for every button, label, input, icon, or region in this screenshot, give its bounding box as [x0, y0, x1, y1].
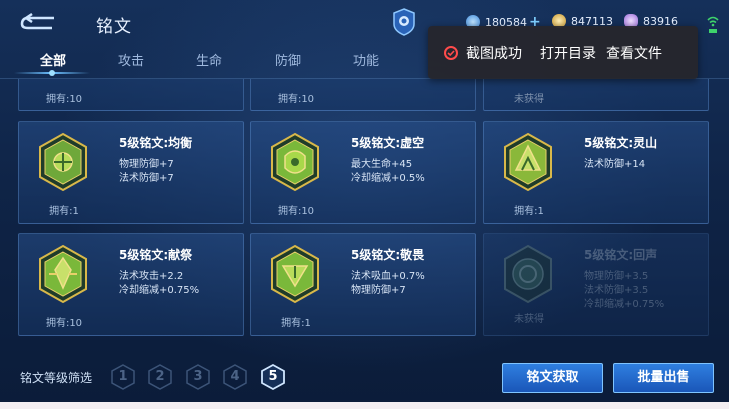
- tab-health[interactable]: 生命: [179, 50, 239, 69]
- owned-count: 未获得: [514, 314, 544, 325]
- inscription-name: 5级铭文:虚空: [351, 136, 425, 150]
- inscription-grid[interactable]: 拥有:10 拥有:10 未获得 拥有:1 5级铭文:均衡 物理防御+7 法术防御…: [0, 79, 729, 352]
- inscription-gem-icon: [39, 132, 87, 192]
- tab-utility[interactable]: 功能: [336, 50, 396, 69]
- inscription-stat: 冷却缩减+0.75%: [584, 299, 665, 310]
- inscription-card[interactable]: 拥有:1 5级铭文:灵山 法术防御+14: [483, 121, 709, 224]
- rank-badge-icon[interactable]: [393, 8, 415, 36]
- get-inscription-button[interactable]: 铭文获取: [502, 363, 603, 393]
- inscription-stat: 物理防御+3.5: [584, 271, 649, 282]
- check-circle-icon: [444, 45, 458, 60]
- bottom-bar: 铭文等级筛选 1 2 3 4 5 铭文获取 批量出售: [0, 352, 729, 402]
- level-filter-label: 铭文等级筛选: [20, 371, 93, 385]
- level-number: 5: [268, 369, 278, 384]
- tab-defense[interactable]: 防御: [258, 50, 318, 69]
- active-tab-dot: [49, 70, 55, 76]
- level-filter-2[interactable]: 2: [148, 364, 172, 390]
- screenshot-status: 截图成功: [444, 43, 522, 63]
- inscription-gem-icon: [504, 244, 552, 304]
- open-directory-button[interactable]: 打开目录: [540, 43, 596, 63]
- inscription-card[interactable]: 拥有:1 5级铭文:均衡 物理防御+7 法术防御+7: [18, 121, 244, 224]
- inscription-card[interactable]: 拥有:10 5级铭文:献祭 法术攻击+2.2 冷却缩减+0.75%: [18, 233, 244, 336]
- inscription-stat: 冷却缩减+0.75%: [119, 285, 200, 296]
- inscription-name: 5级铭文:回声: [584, 248, 658, 262]
- inscription-stat: 法术吸血+0.7%: [351, 271, 425, 282]
- page-title: 铭文: [96, 17, 132, 37]
- inscription-gem-icon: [504, 132, 552, 192]
- back-button[interactable]: [14, 11, 62, 33]
- level-filter-5[interactable]: 5: [261, 364, 285, 390]
- inscription-name: 5级铭文:灵山: [584, 136, 658, 150]
- owned-count: 拥有:1: [281, 318, 311, 329]
- level-number: 4: [230, 369, 240, 384]
- level-number: 1: [118, 369, 128, 384]
- screenshot-status-text: 截图成功: [466, 45, 522, 62]
- owned-count: 未获得: [514, 94, 544, 105]
- inscription-gem-icon: [271, 132, 319, 192]
- inscription-stat: 法术防御+7: [119, 173, 174, 184]
- tab-attack[interactable]: 攻击: [101, 50, 161, 69]
- inscription-stat: 最大生命+45: [351, 159, 413, 170]
- back-arrow-icon: [20, 12, 54, 30]
- signal-icon: [707, 16, 719, 33]
- bulk-sell-button[interactable]: 批量出售: [613, 363, 714, 393]
- inscription-stat: 法术攻击+2.2: [119, 271, 184, 282]
- inscription-card-locked[interactable]: 未获得 5级铭文:回声 物理防御+3.5 法术防御+3.5 冷却缩减+0.75%: [483, 233, 709, 336]
- inscription-card[interactable]: 拥有:1 5级铭文:敬畏 法术吸血+0.7% 物理防御+7: [250, 233, 476, 336]
- inscription-gem-icon: [271, 244, 319, 304]
- inscription-card-partial[interactable]: 拥有:10: [18, 79, 244, 111]
- owned-count: 拥有:10: [45, 94, 83, 105]
- inscription-card[interactable]: 拥有:10 5级铭文:虚空 最大生命+45 冷却缩减+0.5%: [250, 121, 476, 224]
- view-file-button[interactable]: 查看文件: [606, 43, 662, 63]
- owned-count: 拥有:10: [45, 318, 83, 329]
- level-number: 2: [155, 369, 165, 384]
- inscription-stat: 冷却缩减+0.5%: [351, 173, 425, 184]
- inscription-stat: 物理防御+7: [351, 285, 406, 296]
- inscription-stat: 法术防御+14: [584, 159, 646, 170]
- inscription-card-partial[interactable]: 拥有:10: [250, 79, 476, 111]
- owned-count: 拥有:10: [277, 94, 315, 105]
- inscription-stat: 法术防御+3.5: [584, 285, 649, 296]
- owned-count: 拥有:10: [277, 206, 315, 217]
- inscription-stat: 物理防御+7: [119, 159, 174, 170]
- level-number: 3: [193, 369, 203, 384]
- level-filter-4[interactable]: 4: [223, 364, 247, 390]
- owned-count: 拥有:1: [514, 206, 544, 217]
- bottom-strip: [0, 402, 729, 409]
- tab-all[interactable]: 全部: [23, 50, 83, 69]
- inscription-name: 5级铭文:敬畏: [351, 248, 425, 262]
- level-filter-3[interactable]: 3: [186, 364, 210, 390]
- screenshot-toast: 截图成功 打开目录 查看文件: [428, 26, 698, 79]
- inscription-card-partial[interactable]: 未获得: [483, 79, 709, 111]
- inscription-gem-icon: [39, 244, 87, 304]
- level-filter-1[interactable]: 1: [111, 364, 135, 390]
- inscription-name: 5级铭文:献祭: [119, 248, 193, 262]
- owned-count: 拥有:1: [49, 206, 79, 217]
- inscription-name: 5级铭文:均衡: [119, 136, 193, 150]
